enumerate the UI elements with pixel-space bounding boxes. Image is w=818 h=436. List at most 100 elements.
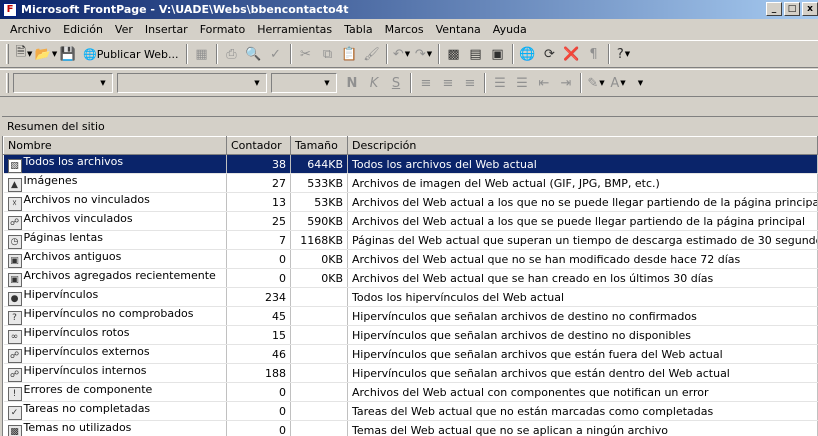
format-painter-icon[interactable]: 🖌	[361, 43, 383, 65]
chevron-down-icon: ▼	[324, 79, 330, 87]
table-row[interactable]: ▩ Temas no utilizados 0 Temas del Web actua…	[3, 420, 818, 436]
italic-icon[interactable]: K	[363, 72, 385, 94]
toolbar-grip[interactable]	[6, 44, 9, 64]
table-row[interactable]: ▲ Imágenes 27 533KB Archivos de imagen del W…	[3, 173, 818, 193]
table-row[interactable]: ● Hipervínculos 234 Todos los hipervínculos…	[3, 287, 818, 307]
column-header-count[interactable]: Contador	[226, 136, 291, 155]
row-name: Hipervínculos no comprobados	[23, 307, 194, 320]
decrease-indent-icon[interactable]: ⇤	[533, 72, 555, 94]
insert-picture-icon[interactable]: ▣	[487, 43, 509, 65]
minimize-button[interactable]: _	[766, 2, 782, 16]
show-all-icon[interactable]: ¶	[583, 43, 605, 65]
menu-item[interactable]: Ventana	[430, 21, 487, 39]
toolbar-separator	[580, 73, 582, 93]
row-count: 25	[226, 211, 291, 231]
table-row[interactable]: ? Hipervínculos no comprobados 45 Hipervínc…	[3, 306, 818, 326]
column-header-name[interactable]: Nombre	[3, 136, 227, 155]
row-count: 0	[226, 420, 291, 436]
menu-item[interactable]: Marcos	[379, 21, 430, 39]
underline-icon[interactable]: S	[385, 72, 407, 94]
align-left-icon[interactable]: ≡	[415, 72, 437, 94]
row-description: Hipervínculos que señalan archivos de de…	[347, 306, 818, 326]
row-size: 644KB	[290, 154, 348, 174]
chevron-down-icon: ▼	[254, 79, 260, 87]
row-size	[290, 363, 348, 383]
table-row[interactable]: ✓ Tareas no completadas 0 Tareas del Web ac…	[3, 401, 818, 421]
cut-icon[interactable]: ✂	[295, 43, 317, 65]
row-count: 0	[226, 382, 291, 402]
menu-item[interactable]: Archivo	[4, 21, 57, 39]
table-row[interactable]: ▣ Archivos antiguos 0 0KB Archivos del Web a…	[3, 249, 818, 269]
paste-icon[interactable]: 📋	[339, 43, 361, 65]
copy-icon[interactable]: ⧉	[317, 43, 339, 65]
menu-item[interactable]: Ayuda	[487, 21, 533, 39]
new-page-icon[interactable]: 🗎 ▼	[13, 43, 35, 65]
font-color-icon[interactable]: A ▼	[607, 72, 629, 94]
increase-indent-icon[interactable]: ⇥	[555, 72, 577, 94]
row-name: Imágenes	[23, 174, 78, 187]
folder-list-icon[interactable]: ▦	[191, 43, 213, 65]
print-preview-icon[interactable]: 🔍	[243, 43, 265, 65]
table-row[interactable]: ▧ Todos los archivos 38 644KB Todos los arch…	[3, 154, 818, 174]
web-component-icon[interactable]: ▩	[443, 43, 465, 65]
row-count: 188	[226, 363, 291, 383]
redo-icon[interactable]: ↷ ▼	[413, 43, 435, 65]
column-header-size[interactable]: Tamaño	[290, 136, 348, 155]
undo-icon[interactable]: ↶ ▼	[391, 43, 413, 65]
row-size: 0KB	[290, 268, 348, 288]
row-description: Hipervínculos que señalan archivos que e…	[347, 363, 818, 383]
menu-item[interactable]: Herramientas	[251, 21, 338, 39]
save-icon[interactable]: 💾	[57, 43, 79, 65]
spelling-icon[interactable]: ✓	[265, 43, 287, 65]
toolbar-separator	[215, 44, 218, 64]
stop-icon[interactable]: ❌	[561, 43, 583, 65]
table-row[interactable]: ☍ Hipervínculos externos 46 Hipervínculos q…	[3, 344, 818, 364]
close-button[interactable]: x	[802, 2, 818, 16]
font-size-select[interactable]: ▼	[271, 73, 337, 93]
font-select[interactable]: ▼	[117, 73, 267, 93]
align-right-icon[interactable]: ≡	[459, 72, 481, 94]
row-description: Tareas del Web actual que no están marca…	[347, 401, 818, 421]
publish-web-button[interactable]: 🌐 Publicar Web...	[79, 43, 183, 65]
insert-table-icon[interactable]: ▤	[465, 43, 487, 65]
toolbar-grip[interactable]	[6, 73, 9, 93]
bold-icon[interactable]: N	[341, 72, 363, 94]
table-row[interactable]: ◷ Páginas lentas 7 1168KB Páginas del Web ac…	[3, 230, 818, 250]
row-size	[290, 287, 348, 307]
all-files-icon: ▧	[7, 159, 22, 173]
panel-title: Resumen del sitio	[2, 116, 818, 136]
help-icon[interactable]: ? ▼	[613, 43, 635, 65]
table-row[interactable]: ☍ Hipervínculos internos 188 Hipervínculos …	[3, 363, 818, 383]
print-icon[interactable]: ⎙	[221, 43, 243, 65]
numbered-list-icon[interactable]: ☰	[489, 72, 511, 94]
table-row[interactable]: ☓ Archivos no vinculados 13 53KB Archivos de…	[3, 192, 818, 212]
hyperlink-icon[interactable]: 🌐	[517, 43, 539, 65]
table-row[interactable]: ! Errores de componente 0 Archivos del Web …	[3, 382, 818, 402]
menu-item[interactable]: Edición	[57, 21, 109, 39]
open-folder-icon[interactable]: 📂 ▼	[35, 43, 58, 65]
bulleted-list-icon[interactable]: ☰	[511, 72, 533, 94]
maximize-button[interactable]: □	[784, 2, 800, 16]
style-select[interactable]: ▼	[13, 73, 113, 93]
align-center-icon[interactable]: ≡	[437, 72, 459, 94]
row-size	[290, 306, 348, 326]
menu-item[interactable]: Ver	[109, 21, 139, 39]
row-name-cell: ✓ Tareas no completadas	[3, 401, 227, 421]
highlight-icon[interactable]: ✎ ▼	[585, 72, 607, 94]
menu-item[interactable]: Insertar	[139, 21, 194, 39]
row-name: Todos los archivos	[23, 155, 124, 168]
menu-item[interactable]: Tabla	[338, 21, 378, 39]
refresh-icon[interactable]: ⟳	[539, 43, 561, 65]
row-name: Tareas no completadas	[23, 402, 151, 415]
table-row[interactable]: ▣ Archivos agregados recientemente 0 0KB Arc…	[3, 268, 818, 288]
column-header-description[interactable]: Descripción	[347, 136, 818, 155]
menu-item[interactable]: Formato	[194, 21, 252, 39]
row-name: Archivos vinculados	[23, 212, 133, 225]
row-name: Páginas lentas	[23, 231, 103, 244]
row-name-cell: ∞ Hipervínculos rotos	[3, 325, 227, 345]
row-count: 45	[226, 306, 291, 326]
toolbar-options-icon[interactable]: ▼	[629, 72, 651, 94]
table-row[interactable]: ☍ Archivos vinculados 25 590KB Archivos del …	[3, 211, 818, 231]
table-row[interactable]: ∞ Hipervínculos rotos 15 Hipervínculos que …	[3, 325, 818, 345]
row-name-cell: ▣ Archivos agregados recientemente	[3, 268, 227, 288]
